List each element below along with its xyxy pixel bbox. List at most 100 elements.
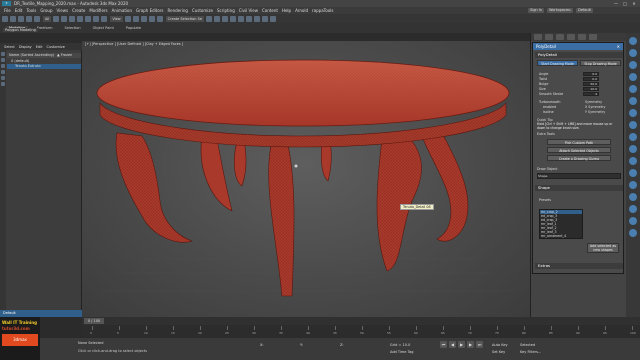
tool-icon-2[interactable]	[629, 49, 637, 57]
x-symmetry-checkbox[interactable]: X Symmetry	[585, 105, 605, 109]
tool-icon-4[interactable]	[629, 73, 637, 81]
explorer-tab-edit[interactable]: Edit	[36, 45, 43, 49]
track-bar[interactable]: 0 5 10 15 20 25 30 35 40 45 50 55 60 65 70 75 80 85 90 95 10…	[82, 325, 640, 338]
table-model[interactable]	[82, 41, 530, 317]
extras-rollout[interactable]: Extras	[535, 263, 623, 269]
explorer-tab-display[interactable]: Display	[19, 45, 32, 49]
angle-spinner[interactable]: 0.0	[583, 72, 599, 76]
tool-icon-1[interactable]	[629, 37, 637, 45]
size-spinner[interactable]: 10.0	[583, 87, 599, 91]
bind-spacewarp-icon[interactable]	[34, 15, 40, 22]
select-object-icon[interactable]	[53, 15, 60, 22]
tool-icon-10[interactable]	[629, 145, 637, 153]
polydetail-rollout[interactable]: PolyDetail	[535, 52, 623, 58]
menu-scripting[interactable]: Scripting	[217, 8, 235, 13]
goto-end-icon[interactable]: ⏭	[476, 341, 483, 348]
tool-icon-16[interactable]	[629, 217, 637, 225]
render-icon[interactable]	[270, 15, 277, 22]
start-drawing-button[interactable]: Start Drawing Mode	[537, 60, 578, 66]
pick-custom-path-button[interactable]: Pick Custom Path	[547, 139, 611, 145]
mirror-icon[interactable]	[206, 15, 213, 22]
tool-icon-5[interactable]	[629, 85, 637, 93]
polydetail-title[interactable]: PolyDetail	[533, 43, 623, 50]
frozen-column-header[interactable]: ▲ Frozen	[57, 53, 72, 58]
rotate-icon[interactable]	[93, 15, 100, 22]
tool-icon-9[interactable]	[629, 133, 637, 141]
time-slider[interactable]: 0 / 100	[84, 318, 104, 324]
rect-select-icon[interactable]	[69, 15, 76, 22]
add-time-tag-button[interactable]: Add Time Tag	[390, 350, 414, 354]
filter-lights-icon[interactable]	[1, 64, 5, 68]
menu-file[interactable]: File	[4, 8, 11, 13]
presets-list[interactable]: mr_crop_2 ed_crop_3 ed_crop_3 mr_leaf_1 …	[539, 209, 583, 239]
menu-modifiers[interactable]: Modifiers	[89, 8, 107, 13]
tool-icon-17[interactable]	[629, 229, 637, 237]
rendered-frame-icon[interactable]	[262, 15, 269, 22]
selected-dropdown[interactable]: Selected	[520, 343, 535, 347]
isoline-checkbox[interactable]: isoline	[543, 110, 554, 114]
unlink-icon[interactable]	[26, 15, 32, 22]
utilities-tab-icon[interactable]	[589, 34, 597, 40]
tool-icon-8[interactable]	[629, 121, 637, 129]
explorer-tab-customize[interactable]: Customize	[47, 45, 65, 49]
hierarchy-tab-icon[interactable]	[556, 34, 564, 40]
menu-tools[interactable]: Tools	[26, 8, 36, 13]
snap-icon[interactable]	[132, 15, 139, 22]
selection-filter-dropdown[interactable]: All	[43, 15, 52, 22]
play-icon[interactable]: ▶	[458, 341, 465, 348]
auto-key-button[interactable]: Auto Key	[492, 343, 508, 347]
select-by-name-icon[interactable]	[61, 15, 68, 22]
add-shape-button[interactable]: Add selected as new shapes	[587, 243, 619, 253]
shape-rollout[interactable]: Shape	[535, 185, 623, 191]
menu-content[interactable]: Content	[262, 8, 278, 13]
tab-object-paint[interactable]: Object Paint	[90, 26, 117, 31]
minimize-button[interactable]: —	[612, 1, 620, 6]
next-frame-icon[interactable]: ▶	[467, 341, 474, 348]
close-icon[interactable]: ✕	[617, 44, 620, 49]
curve-editor-icon[interactable]	[230, 15, 237, 22]
maximize-button[interactable]: □	[621, 1, 629, 6]
percent-snap-icon[interactable]	[148, 15, 155, 22]
attach-selected-button[interactable]: Attach Selected Objects	[547, 147, 611, 153]
menu-rappatools[interactable]: rappaTools	[312, 8, 333, 13]
menu-graph-editors[interactable]: Graph Editors	[136, 8, 163, 13]
y-symmetry-checkbox[interactable]: Y Symmetry	[585, 110, 605, 114]
align-icon[interactable]	[214, 15, 221, 22]
tool-icon-11[interactable]	[629, 157, 637, 165]
tool-icon-13[interactable]	[629, 181, 637, 189]
tool-icon-3[interactable]	[629, 61, 637, 69]
create-drawing-gizmo-button[interactable]: Create a Drawing Gizmo	[547, 155, 611, 161]
stop-drawing-button[interactable]: Stop Drawing Mode	[580, 60, 621, 66]
twist-spinner[interactable]: 0.0	[583, 77, 599, 81]
name-column-header[interactable]: Name (Sorted Ascending)	[9, 53, 54, 57]
filter-cameras-icon[interactable]	[1, 70, 5, 74]
draw-object-dropdown[interactable]: Shape	[537, 173, 621, 179]
tab-selection[interactable]: Selection	[62, 26, 84, 31]
menu-rendering[interactable]: Rendering	[168, 8, 188, 13]
menu-edit[interactable]: Edit	[15, 8, 23, 13]
workspaces-dropdown[interactable]: Default	[576, 8, 593, 13]
tool-icon-14[interactable]	[629, 193, 637, 201]
scale-icon[interactable]	[101, 15, 108, 22]
motion-tab-icon[interactable]	[567, 34, 575, 40]
redo-icon[interactable]	[10, 15, 16, 22]
material-editor-icon[interactable]	[246, 15, 253, 22]
menu-help[interactable]: Help	[282, 8, 291, 13]
key-filters-button[interactable]: Key Filters...	[520, 350, 541, 354]
layer-explorer-icon[interactable]	[222, 15, 229, 22]
object-node[interactable]: Tenuto Extruto	[7, 64, 81, 69]
display-tab-icon[interactable]	[578, 34, 586, 40]
tab-populate[interactable]: Populate	[123, 26, 144, 31]
bulge-spinner[interactable]: 50.0	[583, 82, 599, 86]
explorer-tab-select[interactable]: Select	[4, 45, 15, 49]
goto-start-icon[interactable]: ⏮	[440, 341, 447, 348]
render-setup-icon[interactable]	[254, 15, 261, 22]
filter-helpers-icon[interactable]	[1, 76, 5, 80]
undo-icon[interactable]	[2, 15, 8, 22]
enabled-checkbox[interactable]: enabled	[543, 105, 556, 109]
link-icon[interactable]	[18, 15, 24, 22]
menu-group[interactable]: Group	[40, 8, 52, 13]
perspective-viewport[interactable]: [+] [Perspective ] [User Defined ] [Clay…	[82, 41, 530, 317]
window-crossing-icon[interactable]	[77, 15, 84, 22]
close-button[interactable]: ✕	[630, 1, 638, 6]
